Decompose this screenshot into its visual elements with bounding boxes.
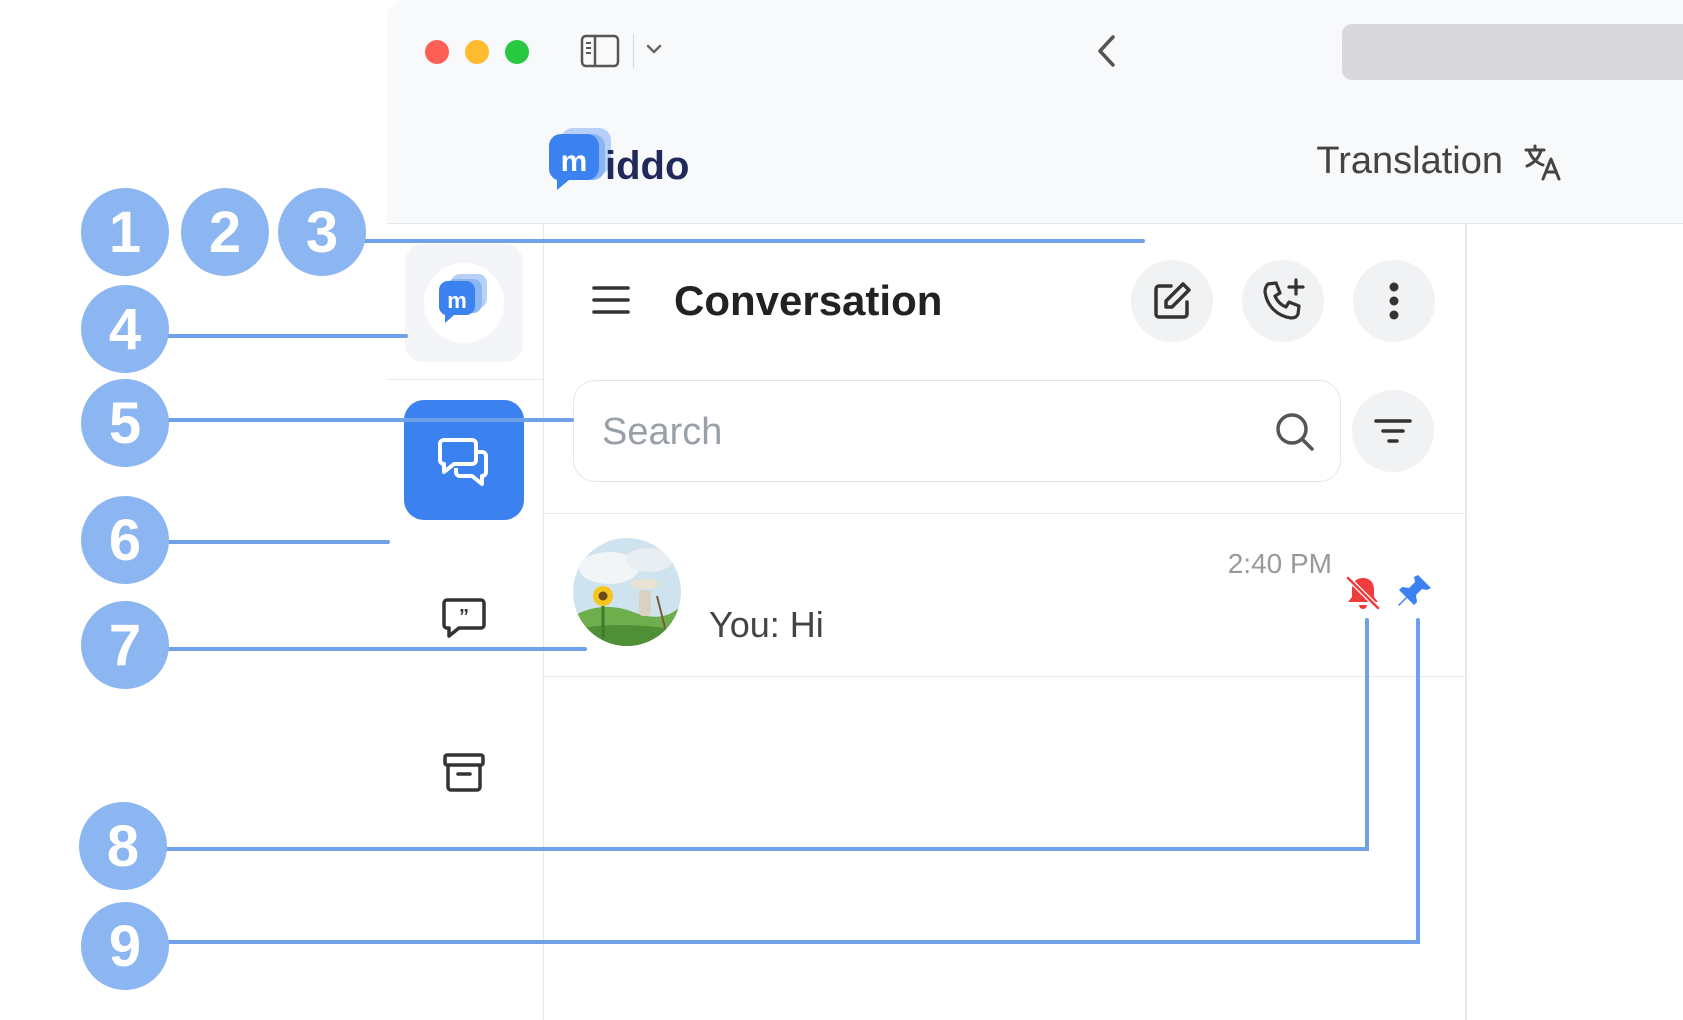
- edit-icon: [1154, 282, 1191, 319]
- pin-icon: [1398, 575, 1431, 606]
- middo-logo-icon: m: [424, 263, 504, 343]
- menu-icon[interactable]: [592, 284, 630, 316]
- sidebar-item-logo[interactable]: m: [405, 244, 523, 362]
- conversation-item[interactable]: 2:40 PM You: Hi: [544, 514, 1465, 676]
- new-message-button[interactable]: [1131, 260, 1213, 342]
- annotation-badge-2: 2: [181, 188, 269, 276]
- avatar: [573, 538, 681, 646]
- filter-icon: [1374, 419, 1412, 443]
- back-icon[interactable]: [1095, 32, 1119, 70]
- chevron-down-icon[interactable]: [645, 42, 663, 56]
- conversation-preview: You: Hi: [709, 604, 824, 645]
- minimize-window-button[interactable]: [465, 40, 489, 64]
- phone-plus-icon: [1263, 278, 1305, 320]
- muted-bell-icon: [1346, 576, 1380, 610]
- sidebar-divider: [387, 379, 543, 380]
- sidebar-item-conversations[interactable]: [404, 400, 524, 520]
- translate-icon: [1524, 144, 1561, 180]
- app-logo: m iddo: [543, 122, 703, 202]
- annotation-badge-1: 1: [81, 188, 169, 276]
- archive-box-icon: [443, 753, 485, 792]
- page-title: Conversation: [674, 277, 943, 324]
- filter-button[interactable]: [1352, 390, 1434, 472]
- annotation-badge-5: 5: [81, 379, 169, 467]
- logo-text: iddo: [605, 144, 690, 188]
- more-vertical-icon: [1389, 282, 1399, 320]
- annotation-badge-7: 7: [81, 601, 169, 689]
- chat-bubbles-icon: [438, 438, 488, 486]
- list-divider: [544, 676, 1465, 677]
- close-window-button[interactable]: [425, 40, 449, 64]
- toolbar-divider: [633, 34, 634, 68]
- search-box: [573, 380, 1341, 482]
- search-icon[interactable]: [1274, 411, 1316, 453]
- annotation-badge-4: 4: [81, 285, 169, 373]
- sidebar-item-discussions[interactable]: ”: [429, 582, 499, 652]
- app-window: m iddo Translation m ” Conversation Sear…: [387, 0, 1683, 1020]
- translation-label: Translation: [1316, 140, 1503, 182]
- sidebar-toggle-icon[interactable]: [580, 34, 620, 68]
- svg-text:”: ”: [459, 606, 469, 628]
- conversation-panel: Conversation Search 2:40 PM You: Hi: [544, 224, 1467, 1020]
- address-bar[interactable]: [1342, 24, 1683, 80]
- new-call-button[interactable]: [1242, 260, 1324, 342]
- annotation-badge-9: 9: [81, 902, 169, 990]
- annotation-badge-3: 3: [278, 188, 366, 276]
- sidebar: m ”: [387, 224, 544, 1020]
- avatar-image: [573, 538, 681, 646]
- svg-text:m: m: [561, 145, 588, 178]
- title-bar: m iddo Translation: [387, 0, 1683, 224]
- maximize-window-button[interactable]: [505, 40, 529, 64]
- annotation-badge-6: 6: [81, 496, 169, 584]
- quote-chat-icon: ”: [442, 598, 486, 638]
- sidebar-item-archive[interactable]: [429, 738, 499, 808]
- annotation-badge-8: 8: [79, 802, 167, 890]
- search-input[interactable]: [600, 399, 1244, 465]
- conversation-time: 2:40 PM: [1227, 548, 1332, 579]
- translation-toggle[interactable]: Translation: [1316, 140, 1563, 183]
- svg-text:m: m: [447, 288, 467, 313]
- more-options-button[interactable]: [1353, 260, 1435, 342]
